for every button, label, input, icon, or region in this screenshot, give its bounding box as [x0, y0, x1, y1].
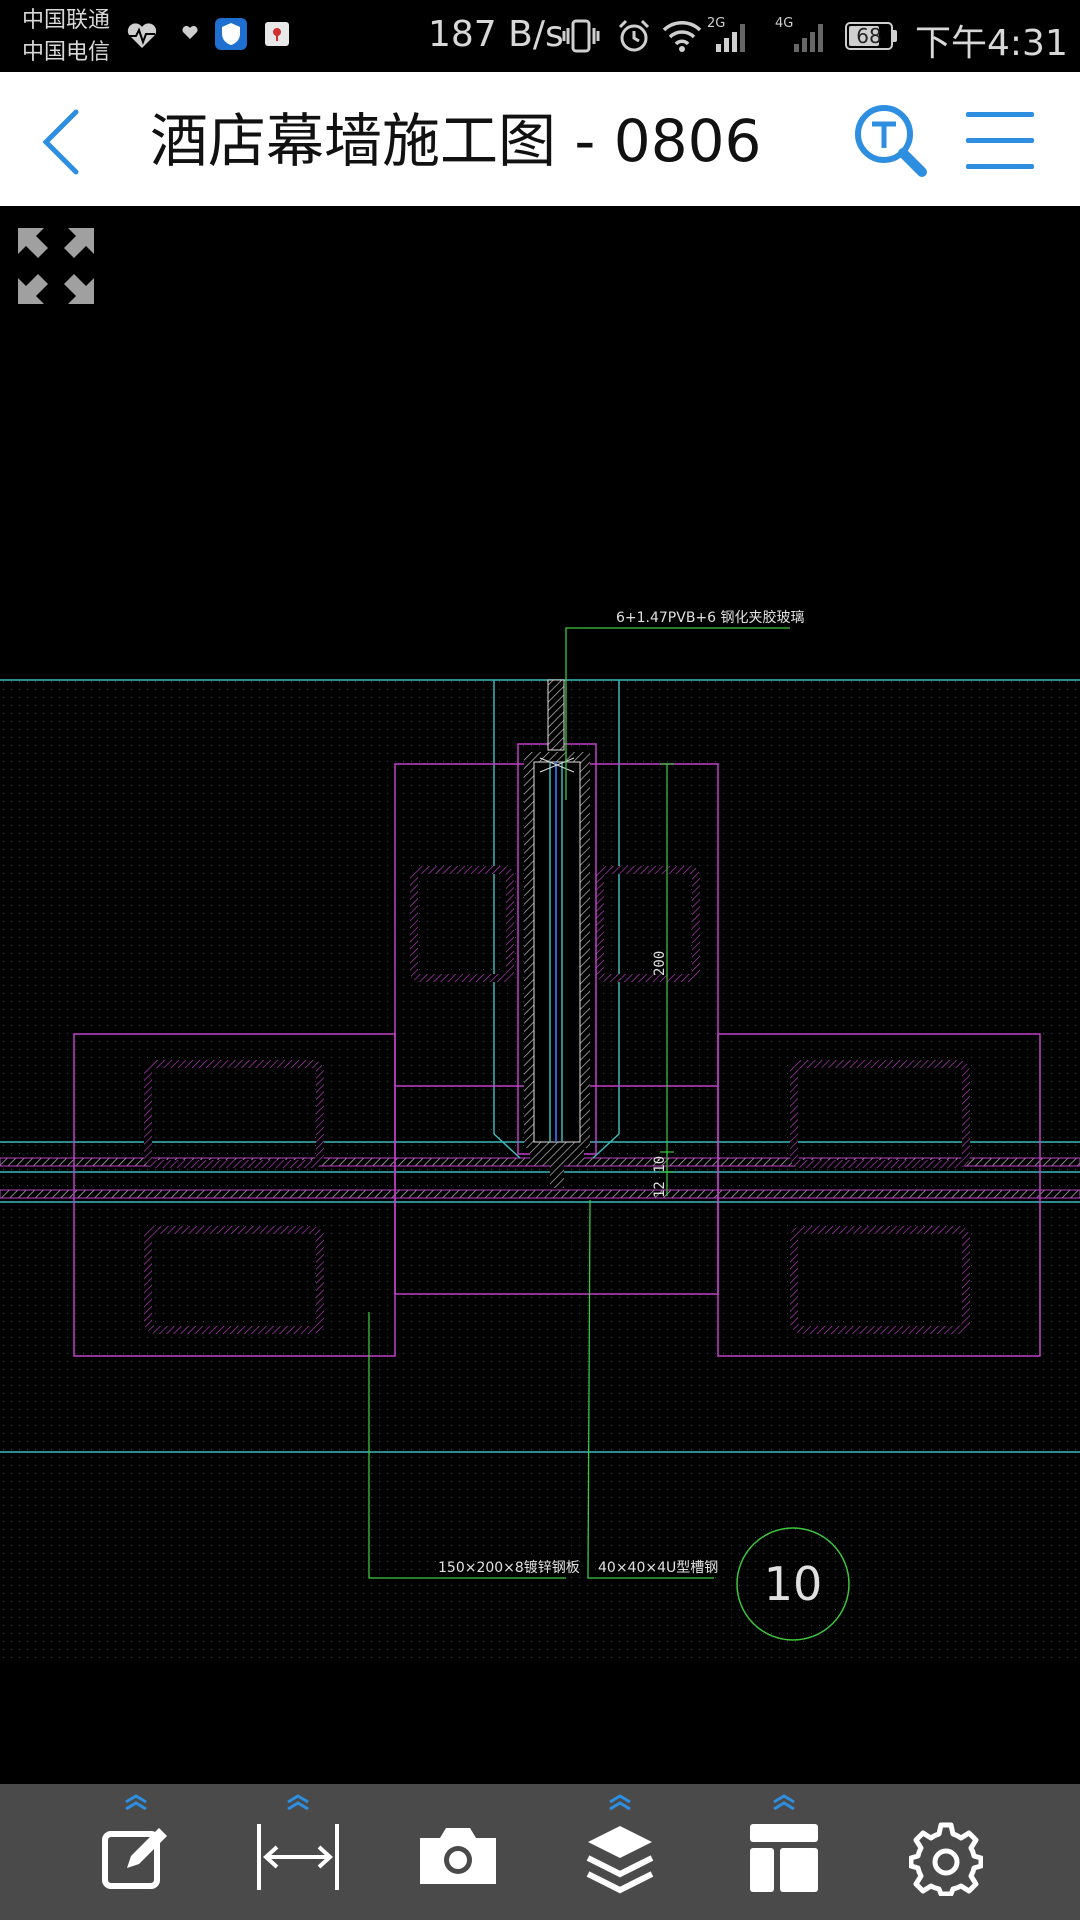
plate-spec-label: 150×200×8镀锌钢板: [438, 1559, 580, 1576]
fullscreen-expand-icon: [18, 228, 94, 304]
measure-tool-button[interactable]: [238, 1784, 358, 1920]
chevron-up-icon: [773, 1794, 795, 1810]
dimension-200-label: 200: [652, 951, 668, 976]
carrier-1-label: 中国联通: [22, 8, 111, 33]
chevron-up-icon: [125, 1794, 147, 1810]
back-button[interactable]: [30, 102, 100, 182]
channel-spec-label: 40×40×4U型槽钢: [598, 1560, 718, 1576]
battery-indicator: 68: [845, 22, 893, 50]
bottom-toolbar: [0, 1784, 1080, 1920]
network-speed: 187 B/s: [428, 14, 564, 55]
camera-tool-button[interactable]: [398, 1784, 518, 1920]
page-title: 酒店幕墙施工图 - 0806: [150, 107, 762, 175]
layout-icon: [750, 1824, 818, 1892]
carrier-2-label: 中国电信: [22, 40, 111, 65]
chevron-left-icon: [42, 109, 79, 175]
heart-icon: [182, 26, 198, 39]
signal-2-icon: [794, 24, 823, 52]
layers-icon: [586, 1826, 654, 1894]
text-search-button[interactable]: [852, 102, 928, 180]
health-heart-icon: [127, 23, 157, 48]
gear-icon: [909, 1822, 983, 1896]
measure-distance-icon: [257, 1824, 339, 1890]
vibrate-icon: [562, 19, 600, 53]
battery-level: 68: [856, 24, 882, 48]
edit-note-icon: [102, 1828, 167, 1889]
settings-tool-button[interactable]: [886, 1784, 1006, 1920]
security-shield-icon: [215, 18, 247, 50]
alarm-icon: [618, 19, 650, 52]
layout-tool-button[interactable]: [724, 1784, 844, 1920]
signal-1-icon: [716, 24, 745, 52]
wifi-icon: [662, 21, 702, 52]
layers-tool-button[interactable]: [560, 1784, 680, 1920]
u-channel-and-glass: [517, 679, 597, 1188]
camera-icon: [420, 1828, 496, 1884]
cad-drawing[interactable]: 200 12 10 6+1.47PVB+6 钢化夹胶玻璃 150×200×8镀锌…: [0, 206, 1080, 1784]
header-bar: 酒店幕墙施工图 - 0806: [0, 72, 1080, 206]
glass-spec-label: 6+1.47PVB+6 钢化夹胶玻璃: [616, 609, 805, 626]
menu-button[interactable]: [962, 108, 1038, 174]
status-clock: 下午4:31: [915, 23, 1068, 64]
detail-number: 10: [764, 1557, 823, 1611]
battery-nub: [893, 30, 897, 42]
app-notification-icon: [265, 22, 289, 46]
markup-tool-button[interactable]: [76, 1784, 196, 1920]
text-search-icon: [855, 105, 927, 177]
chevron-up-icon: [287, 1794, 309, 1810]
dimension-12-10-label: 12 10: [652, 1156, 668, 1198]
hamburger-menu-icon: [966, 112, 1034, 169]
status-bar: 中国联通 中国电信 187 B/s 2G 4G 68 下午4:31: [0, 0, 1080, 72]
chevron-up-icon: [609, 1794, 631, 1810]
fullscreen-button[interactable]: [14, 224, 98, 308]
